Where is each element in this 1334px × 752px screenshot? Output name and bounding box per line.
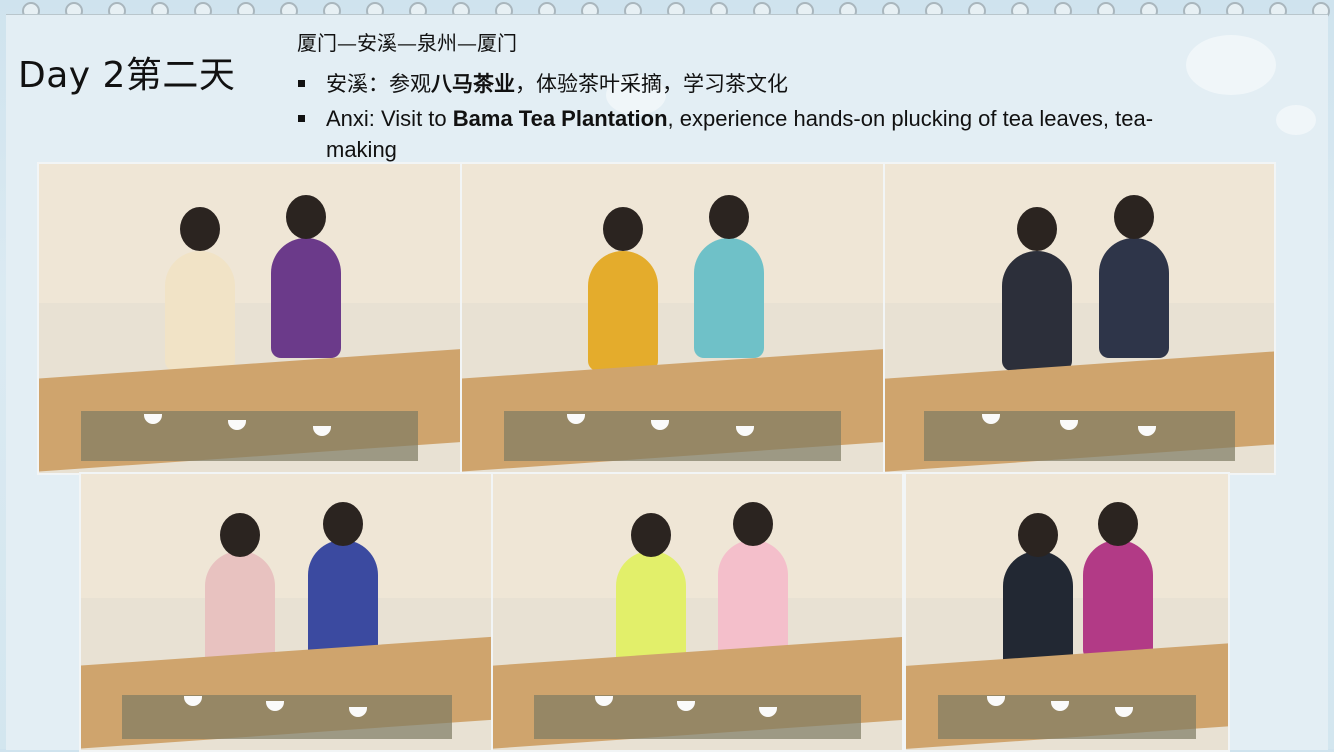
bullet-english: Anxi: Visit to Bama Tea Plantation, expe… bbox=[296, 103, 1176, 165]
tea-class-photo-3 bbox=[883, 162, 1276, 475]
bullet-chinese: 安溪：参观八马茶业，体验茶叶采摘，学习茶文化 bbox=[296, 68, 1176, 100]
tea-class-photo-2 bbox=[460, 162, 885, 475]
tea-class-photo-5 bbox=[491, 472, 904, 752]
tea-class-photo-6 bbox=[904, 472, 1230, 752]
itinerary-bullets: 安溪：参观八马茶业，体验茶叶采摘，学习茶文化 Anxi: Visit to Ba… bbox=[296, 68, 1176, 165]
bold-venue-en: Bama Tea Plantation bbox=[452, 106, 668, 131]
tea-class-photo-1 bbox=[37, 162, 462, 475]
slide-title: Day 2第二天 bbox=[18, 55, 236, 96]
tea-class-photo-4 bbox=[79, 472, 495, 752]
route-heading: 厦门—安溪—泉州—厦门 bbox=[297, 31, 517, 55]
bold-venue-cn: 八马茶业 bbox=[431, 71, 515, 96]
